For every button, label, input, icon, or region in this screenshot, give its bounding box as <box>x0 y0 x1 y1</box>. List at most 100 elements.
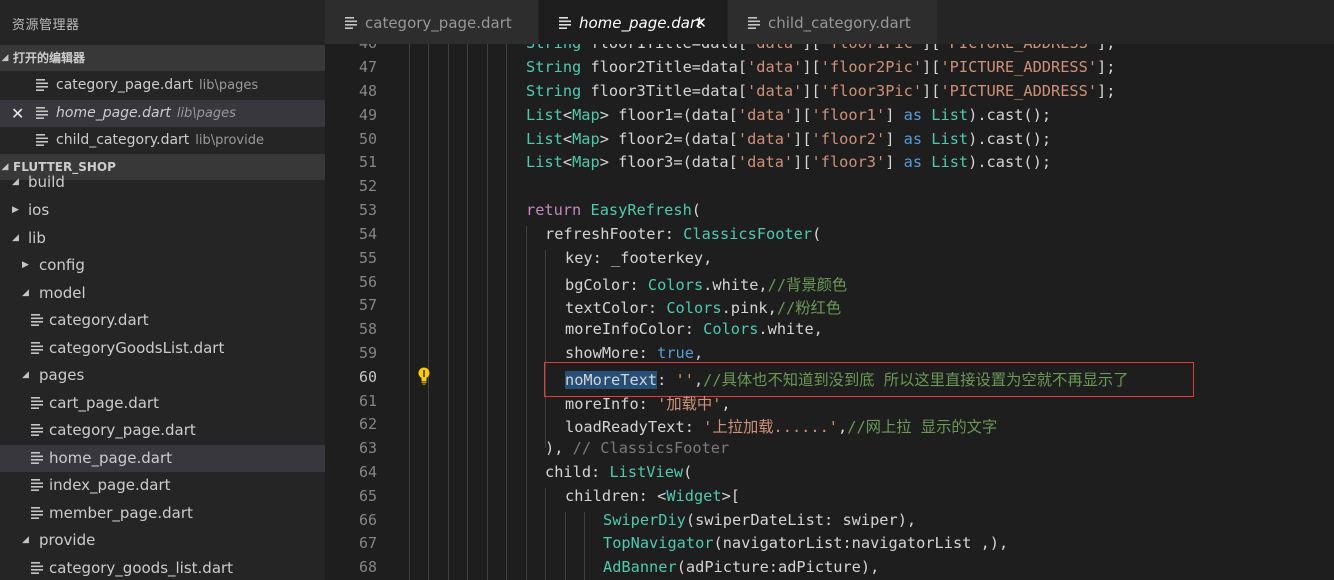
tree-folder-provide[interactable]: ◢ provide <box>0 527 325 555</box>
tree-label: provide <box>39 531 96 549</box>
line-number: 57 <box>358 296 377 314</box>
line-number: 47 <box>358 58 377 76</box>
line-number: 65 <box>358 487 377 505</box>
indent-guide <box>545 250 546 448</box>
line-number: 59 <box>358 344 377 362</box>
code-line: bgColor: Colors.white,//背景颜色 <box>565 273 847 295</box>
tree-folder-config[interactable]: ▶ config <box>0 252 325 280</box>
code-token: ] <box>885 130 904 148</box>
tab-label: home_page.dart <box>579 14 703 32</box>
code-token: 'floor1Pic' <box>821 44 922 52</box>
tab-home-page[interactable]: home_page.dart ✕ <box>539 0 727 44</box>
editor-tab-bar: category_page.dart home_page.dart ✕ chil… <box>325 0 1334 44</box>
tree-file[interactable]: category.dart <box>0 307 325 335</box>
code-token: Map <box>572 153 600 171</box>
caret-right-icon: ▶ <box>12 205 19 215</box>
code-line: loadReadyText: '上拉加载......',//网上拉 显示的文字 <box>565 415 997 437</box>
code-editor[interactable]: 46 47 48 49 50 51 52 53 54 55 56 57 58 5… <box>325 44 1334 580</box>
code-token: ( <box>812 225 822 243</box>
tree-folder-build[interactable]: ◢ build <box>0 169 325 197</box>
code-token: ).cast(); <box>968 130 1052 148</box>
code-line: return EasyRefresh( <box>526 201 701 219</box>
line-number: 55 <box>358 249 377 267</box>
close-icon[interactable]: ✕ <box>694 0 707 46</box>
code-token: '上拉加载......' <box>703 418 839 436</box>
open-editor-path: lib\provide <box>195 133 264 148</box>
code-token: ][ <box>802 82 821 100</box>
lightbulb-icon[interactable] <box>417 366 431 386</box>
tab-child-category[interactable]: child_category.dart <box>728 0 937 44</box>
tree-label: ios <box>28 201 50 219</box>
tree-file[interactable]: category_goods_list.dart <box>0 555 325 580</box>
code-token: Colors <box>647 276 704 294</box>
open-editor-path: lib\pages <box>176 105 236 121</box>
file-lines-icon <box>36 127 48 146</box>
tree-label: category_page.dart <box>49 421 196 439</box>
code-token: 'floor3' <box>811 153 886 171</box>
tree-folder-model[interactable]: ◢ model <box>0 280 325 308</box>
code-line: AdBanner(adPicture:adPicture), <box>603 558 879 576</box>
open-editor-item-active[interactable]: ✕ home_page.dart lib\pages <box>0 99 325 128</box>
code-token: Widget <box>666 487 722 505</box>
tree-folder-pages[interactable]: ◢ pages <box>0 362 325 390</box>
code-line: SwiperDiy(swiperDateList: swiper), <box>603 511 916 529</box>
tab-category-page[interactable]: category_page.dart <box>325 0 538 44</box>
code-token: List <box>931 130 969 148</box>
code-token: return <box>526 201 582 219</box>
open-editors-label: 打开的编辑器 <box>13 51 86 65</box>
code-token: //背景颜色 <box>767 276 848 294</box>
tree-label: home_page.dart <box>49 448 173 467</box>
caret-down-icon: ◢ <box>22 370 29 380</box>
indent-guide <box>428 44 429 580</box>
tree-folder-ios[interactable]: ▶ ios <box>0 197 325 225</box>
indent-guide <box>584 512 585 580</box>
code-token: < <box>562 130 573 148</box>
tree-file[interactable]: category_page.dart <box>0 417 325 445</box>
tree-label: category.dart <box>49 311 149 329</box>
code-token: ][ <box>793 130 812 148</box>
tree-folder-lib[interactable]: ◢ lib <box>0 225 325 253</box>
code-token: 'data' <box>747 58 803 76</box>
code-token: ClassicsFooter <box>683 225 813 243</box>
code-token: ( <box>691 201 702 219</box>
tree-label: build <box>28 173 65 191</box>
tree-file[interactable]: index_page.dart <box>0 472 325 500</box>
tree-file[interactable]: member_page.dart <box>0 500 325 528</box>
line-number: 68 <box>358 558 377 576</box>
line-number: 49 <box>358 106 377 124</box>
line-number: 50 <box>358 130 377 148</box>
code-token: SwiperDiy <box>603 511 686 529</box>
tree-file-selected[interactable]: home_page.dart <box>0 444 325 472</box>
line-number-current: 60 <box>358 368 377 386</box>
code-token: ]; <box>1097 44 1115 52</box>
open-editor-item[interactable]: child_category.dart lib\provide <box>0 127 325 155</box>
code-token: moreInfo: <box>565 395 658 413</box>
code-token: .white, <box>703 276 768 294</box>
explorer-title: 资源管理器 <box>12 18 80 33</box>
code-token: ).cast(); <box>968 153 1052 171</box>
indent-guide <box>409 44 410 580</box>
open-editors-header[interactable]: ◢ 打开的编辑器 <box>0 45 325 71</box>
code-token: 'floor2' <box>811 130 886 148</box>
code-line: List<Map> floor1=(data['data']['floor1']… <box>526 106 1051 124</box>
indent-guide <box>506 44 507 580</box>
tree-file[interactable]: categoryGoodsList.dart <box>0 335 325 363</box>
file-lines-icon <box>31 307 43 326</box>
code-token: ListView <box>609 463 684 481</box>
code-token: String <box>526 44 581 52</box>
code-token: 'data' <box>737 130 794 148</box>
code-token: Colors <box>666 299 722 317</box>
close-icon[interactable]: ✕ <box>11 100 24 128</box>
file-lines-icon <box>31 445 43 464</box>
tree-file[interactable]: cart_page.dart <box>0 390 325 418</box>
code-token: 'PICTURE_ADDRESS' <box>940 82 1098 100</box>
open-editor-item[interactable]: category_page.dart lib\pages <box>0 72 325 100</box>
explorer-sidebar: 资源管理器 ◢ 打开的编辑器 category_page.dart lib\pag… <box>0 0 325 580</box>
code-token: //粉红色 <box>776 299 842 317</box>
code-token: < <box>562 106 573 124</box>
code-line: key: _footerkey, <box>565 249 712 267</box>
code-token: ]; <box>1097 58 1116 76</box>
code-token: loadReadyText: <box>565 418 704 436</box>
code-line: String floor2Title=data['data']['floor2P… <box>526 58 1115 76</box>
